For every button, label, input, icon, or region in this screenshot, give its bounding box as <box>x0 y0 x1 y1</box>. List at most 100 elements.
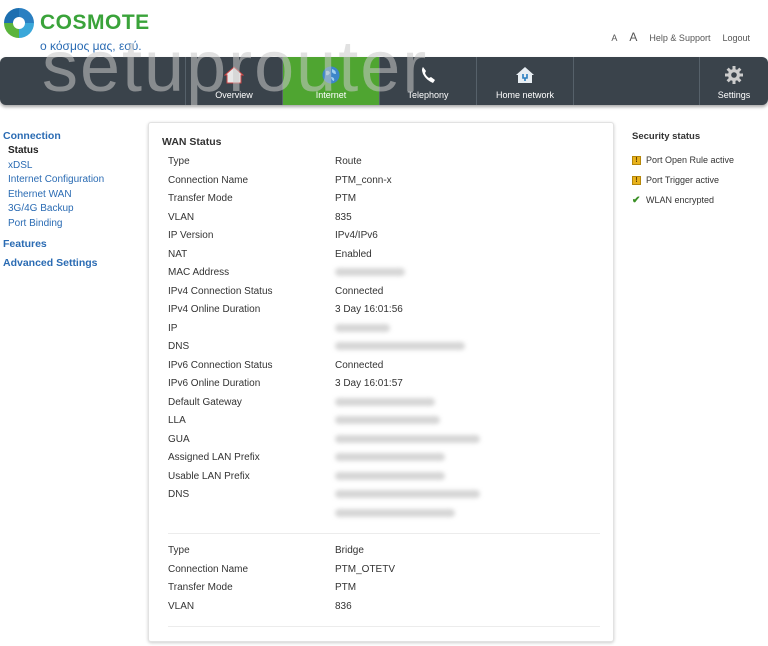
panel-title: WAN Status <box>162 136 222 148</box>
sidebar-section-connection[interactable]: Connection <box>3 129 143 144</box>
table-row: LLA <box>168 412 608 431</box>
redacted-value <box>335 508 455 517</box>
row-value: Enabled <box>335 248 372 260</box>
security-item: ! Port Trigger active <box>632 170 768 190</box>
logout-link[interactable]: Logout <box>722 33 750 43</box>
table-row: Connection Name PTM_OTETV <box>168 561 608 580</box>
row-value <box>335 449 608 468</box>
cosmote-logo-icon <box>4 8 34 38</box>
table-row: VLAN 836 <box>168 598 608 617</box>
table-row: MAC Address <box>168 264 608 283</box>
row-value <box>335 338 608 357</box>
row-value <box>335 468 608 487</box>
nav-label: Internet <box>315 90 347 100</box>
table-row: IPv4 Connection Status Connected <box>168 283 608 302</box>
row-label: Usable LAN Prefix <box>168 470 250 482</box>
row-value: PTM_conn-x <box>335 174 392 186</box>
row-label: NAT <box>168 248 188 260</box>
security-item-label: WLAN encrypted <box>646 195 715 205</box>
wan-connection-bridge: Type Bridge Connection Name PTM_OTETV Transf… <box>168 542 608 616</box>
sidebar-item-xdsl[interactable]: xDSL <box>3 159 143 174</box>
row-value: PTM_OTETV <box>335 563 396 575</box>
nav-overview[interactable]: Overview <box>186 57 283 105</box>
warning-icon: ! <box>632 155 641 165</box>
wan-status-panel: WAN Status Type Route Connection Name PTM_c… <box>148 122 614 642</box>
table-row: DNS <box>168 486 608 505</box>
table-row: Transfer Mode PTM <box>168 190 608 209</box>
row-value: 835 <box>335 211 352 223</box>
redacted-value <box>335 416 440 425</box>
sidebar-section-advanced-settings[interactable]: Advanced Settings <box>3 255 143 271</box>
help-support-link[interactable]: Help & Support <box>649 33 710 43</box>
font-size-small-button[interactable]: A <box>611 33 617 43</box>
nav-settings[interactable]: Settings <box>700 57 768 105</box>
sidebar-item-ethernet-wan[interactable]: Ethernet WAN <box>3 188 143 203</box>
row-value: 3 Day 16:01:56 <box>335 304 403 315</box>
row-label: IPv4 Online Duration <box>168 304 261 315</box>
gear-icon <box>725 66 743 84</box>
table-row: IPv6 Online Duration 3 Day 16:01:57 <box>168 375 608 394</box>
redacted-value <box>335 268 405 277</box>
top-links: A A Help & Support Logout <box>611 30 750 44</box>
row-label: Default Gateway <box>168 396 242 408</box>
table-row: Default Gateway <box>168 394 608 413</box>
row-value <box>335 320 608 339</box>
row-label: Connection Name <box>168 563 249 575</box>
globe-icon <box>322 66 340 84</box>
table-row: IP <box>168 320 608 339</box>
row-value <box>335 394 608 413</box>
row-value <box>335 264 608 283</box>
nav-telephony[interactable]: Telephony <box>380 57 477 105</box>
nav-label: Home network <box>495 90 555 100</box>
redacted-value <box>335 490 480 499</box>
row-value: 836 <box>335 600 352 612</box>
sidebar-section-features[interactable]: Features <box>3 236 143 252</box>
sidebar-item-internet-configuration[interactable]: Internet Configuration <box>3 173 143 188</box>
row-label: IPv4 Connection Status <box>168 285 273 297</box>
row-label: Transfer Mode <box>168 582 233 593</box>
table-row: Connection Name PTM_conn-x <box>168 172 608 191</box>
security-status: Security status ! Port Open Rule active … <box>632 131 768 210</box>
section-divider <box>168 533 600 534</box>
table-row: Assigned LAN Prefix <box>168 449 608 468</box>
table-row: IPv4 Online Duration 3 Day 16:01:56 <box>168 301 608 320</box>
security-item: ! Port Open Rule active <box>632 150 768 170</box>
row-label: GUA <box>168 433 190 445</box>
row-value: IPv4/IPv6 <box>335 230 378 241</box>
row-value <box>335 412 608 431</box>
sidebar-item-3g4g-backup[interactable]: 3G/4G Backup <box>3 202 143 217</box>
redacted-value <box>335 434 480 443</box>
row-label: IP <box>168 322 178 334</box>
row-value: Route <box>335 156 362 167</box>
phone-icon <box>422 67 435 83</box>
row-label: MAC Address <box>168 267 230 278</box>
nav-internet[interactable]: Internet <box>283 57 380 105</box>
nav-home-network[interactable]: Home network <box>477 57 574 105</box>
sidebar-item-status[interactable]: Status <box>3 144 143 159</box>
sidebar-item-port-binding[interactable]: Port Binding <box>3 217 143 232</box>
row-label: IPv6 Online Duration <box>168 378 261 389</box>
row-label: Assigned LAN Prefix <box>168 452 260 463</box>
row-value: Connected <box>335 359 384 371</box>
row-value: Bridge <box>335 545 364 556</box>
house-icon <box>224 66 244 84</box>
row-value <box>335 505 608 524</box>
redacted-value <box>335 323 390 332</box>
nav-label: Overview <box>215 90 253 100</box>
nav-spacer <box>0 57 186 105</box>
brand-tagline: ο κόσμος μας, εσύ. <box>40 39 142 53</box>
table-row: GUA <box>168 431 608 450</box>
main-nav: Overview Internet Telephony Home network <box>0 57 768 105</box>
nav-label: Settings <box>717 90 751 100</box>
table-row: NAT Enabled <box>168 246 608 265</box>
font-size-large-button[interactable]: A <box>629 30 637 44</box>
row-label: IPv6 Connection Status <box>168 359 273 371</box>
table-row: DNS <box>168 338 608 357</box>
security-item: ✔ WLAN encrypted <box>632 190 768 210</box>
row-value: Connected <box>335 285 384 297</box>
redacted-value <box>335 342 465 351</box>
row-label: VLAN <box>168 600 195 612</box>
redacted-value <box>335 397 435 406</box>
home-network-icon <box>516 67 534 83</box>
cosmote-logo[interactable]: COSMOTE ο κόσμος μας, εσύ. <box>4 6 164 53</box>
